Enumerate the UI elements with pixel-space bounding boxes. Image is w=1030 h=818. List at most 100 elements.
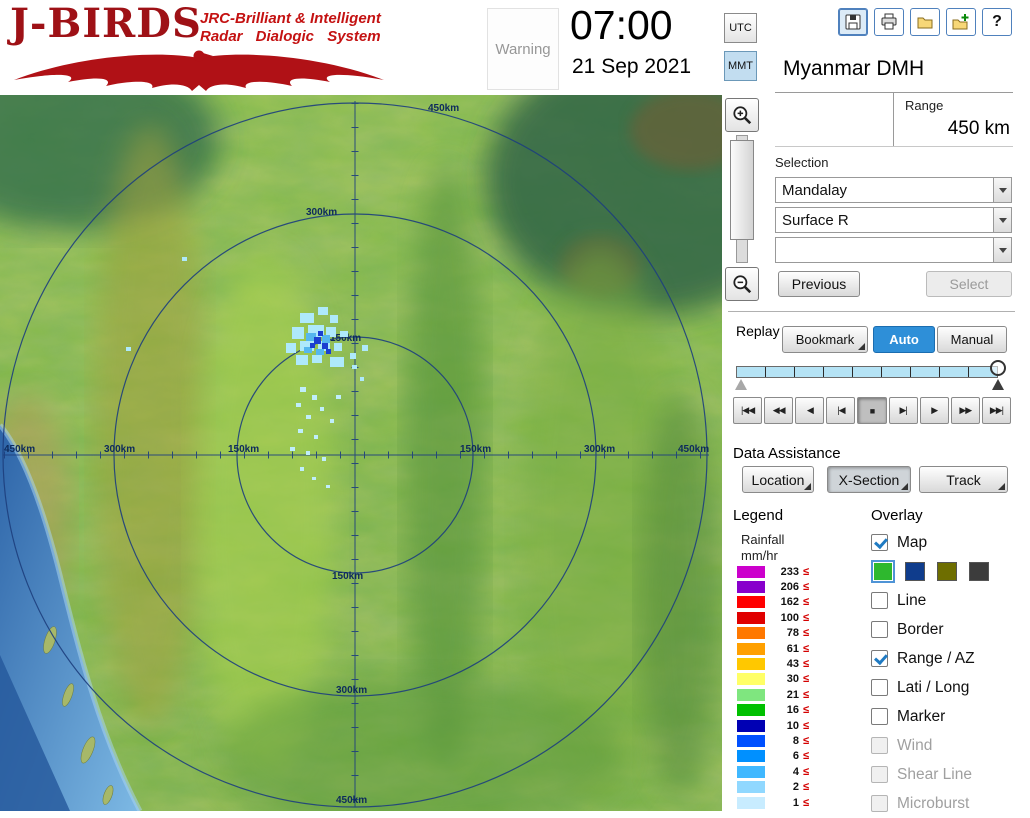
panel-divider — [775, 92, 1013, 93]
timezone-utc-button[interactable]: UTC — [724, 13, 757, 43]
range-az-checkbox[interactable] — [871, 650, 888, 667]
xsection-button[interactable]: X-Section — [827, 466, 911, 493]
previous-button[interactable]: Previous — [778, 271, 860, 297]
bookmark-button[interactable]: Bookmark — [782, 326, 868, 353]
header-toolbar: ? — [838, 8, 1012, 36]
print-button[interactable] — [874, 8, 904, 36]
border-checkbox[interactable] — [871, 621, 888, 638]
legend-color-swatch — [737, 658, 765, 671]
legend-color-swatch — [737, 627, 765, 640]
play-backward-button[interactable]: ◀ — [795, 397, 825, 424]
play-button[interactable]: ▶ — [919, 397, 949, 424]
timeline-handle[interactable] — [990, 360, 1006, 376]
station-title: Myanmar DMH — [783, 57, 925, 80]
map-color-swatch-gray[interactable] — [969, 562, 989, 581]
legend-le-symbol: ≤ — [803, 627, 810, 640]
manual-replay-button[interactable]: Manual — [937, 326, 1007, 353]
legend-value: 10 — [786, 719, 799, 732]
zoom-out-button[interactable] — [725, 267, 759, 301]
zoom-slider-handle[interactable] — [730, 140, 754, 240]
overlay-options: Map Line Border Range / AZ Lati / Long M… — [871, 528, 1026, 818]
stop-button[interactable]: ■ — [857, 397, 887, 424]
j-birds-app: J-BIRDS JRC-Brilliant & Intelligent Rada… — [0, 0, 1030, 812]
fast-forward-button[interactable]: ▶▶ — [950, 397, 980, 424]
timeline-position-marker[interactable] — [992, 379, 1004, 390]
zoom-in-button[interactable] — [725, 98, 759, 132]
ring-label-300-left: 300km — [104, 444, 135, 455]
open-folder-icon — [917, 17, 933, 29]
ring-label-150-right: 150km — [460, 444, 491, 455]
replay-label: Replay — [736, 323, 780, 339]
open-folder-button[interactable] — [910, 8, 940, 36]
ring-label-450-top: 450km — [428, 103, 459, 114]
map-checkbox[interactable] — [871, 534, 888, 551]
auto-replay-button[interactable]: Auto — [873, 326, 935, 353]
marker-checkbox[interactable] — [871, 708, 888, 725]
overlay-label: Map — [897, 533, 928, 551]
legend-color-swatch — [737, 719, 765, 732]
timeline-start-marker[interactable] — [735, 379, 747, 390]
location-button[interactable]: Location — [742, 466, 814, 493]
overlay-title: Overlay — [871, 507, 923, 524]
replay-timeline-track[interactable] — [736, 366, 998, 378]
legend-row: 43 ≤ — [737, 656, 867, 671]
map-color-options — [871, 557, 1026, 586]
legend-le-symbol: ≤ — [803, 611, 810, 624]
line-checkbox[interactable] — [871, 592, 888, 609]
product-combo-arrow[interactable] — [993, 208, 1011, 232]
legend-color-swatch — [737, 796, 765, 809]
legend-color-swatch — [737, 765, 765, 778]
radar-map-display[interactable]: 450km 300km 150km 150km 300km 450km 450k… — [0, 95, 722, 811]
legend-le-symbol: ≤ — [803, 796, 810, 809]
extra-combo-arrow[interactable] — [993, 238, 1011, 262]
legend-value: 78 — [786, 627, 799, 640]
chevron-down-icon — [998, 187, 1007, 193]
step-forward-button[interactable]: ▶| — [888, 397, 918, 424]
site-combo[interactable]: Mandalay — [775, 177, 1012, 203]
extra-combo[interactable] — [775, 237, 1012, 263]
skip-to-start-button[interactable]: |◀◀ — [733, 397, 763, 424]
clock-time: 07:00 — [570, 2, 673, 48]
legend-le-symbol: ≤ — [803, 734, 810, 747]
logo-subtitle-line2: Radar Dialogic System — [200, 28, 381, 45]
lati-long-checkbox[interactable] — [871, 679, 888, 696]
overlay-label: Marker — [897, 707, 946, 725]
select-button[interactable]: Select — [926, 271, 1012, 297]
microburst-checkbox — [871, 795, 888, 812]
legend-row: 61 ≤ — [737, 641, 867, 656]
chevron-down-icon — [998, 217, 1007, 223]
site-combo-arrow[interactable] — [993, 178, 1011, 202]
legend-color-swatch — [737, 704, 765, 717]
fast-rewind-button[interactable]: ◀◀ — [764, 397, 794, 424]
map-color-swatch-olive[interactable] — [937, 562, 957, 581]
legend-row: 21 ≤ — [737, 687, 867, 702]
help-icon: ? — [992, 13, 1002, 30]
step-back-button[interactable]: |◀ — [826, 397, 856, 424]
legend-value: 16 — [786, 704, 799, 717]
legend-le-symbol: ≤ — [803, 596, 810, 609]
skip-to-end-button[interactable]: ▶▶| — [981, 397, 1011, 424]
legend-le-symbol: ≤ — [803, 642, 810, 655]
legend-row: 16 ≤ — [737, 703, 867, 718]
map-color-swatch-navy[interactable] — [905, 562, 925, 581]
legend-row: 78 ≤ — [737, 626, 867, 641]
map-color-swatch-green[interactable] — [873, 562, 893, 581]
save-button[interactable] — [838, 8, 868, 36]
overlay-row-shear-line: Shear Line — [871, 760, 1026, 789]
overlay-label: Wind — [897, 736, 933, 754]
legend-row: 162 ≤ — [737, 595, 867, 610]
overlay-row-range-az: Range / AZ — [871, 644, 1026, 673]
export-button[interactable] — [946, 8, 976, 36]
ring-label-150-bottom: 150km — [332, 571, 363, 582]
legend-le-symbol: ≤ — [803, 719, 810, 732]
legend-color-swatch — [737, 750, 765, 763]
range-value: 450 km — [947, 118, 1010, 139]
timezone-mmt-button[interactable]: MMT — [724, 51, 757, 81]
product-combo[interactable]: Surface R — [775, 207, 1012, 233]
legend-value: 100 — [780, 611, 799, 624]
help-button[interactable]: ? — [982, 8, 1012, 36]
warning-button[interactable]: Warning — [487, 8, 559, 90]
track-button[interactable]: Track — [919, 466, 1008, 493]
legend-le-symbol: ≤ — [803, 765, 810, 778]
replay-section-divider — [728, 311, 1015, 312]
